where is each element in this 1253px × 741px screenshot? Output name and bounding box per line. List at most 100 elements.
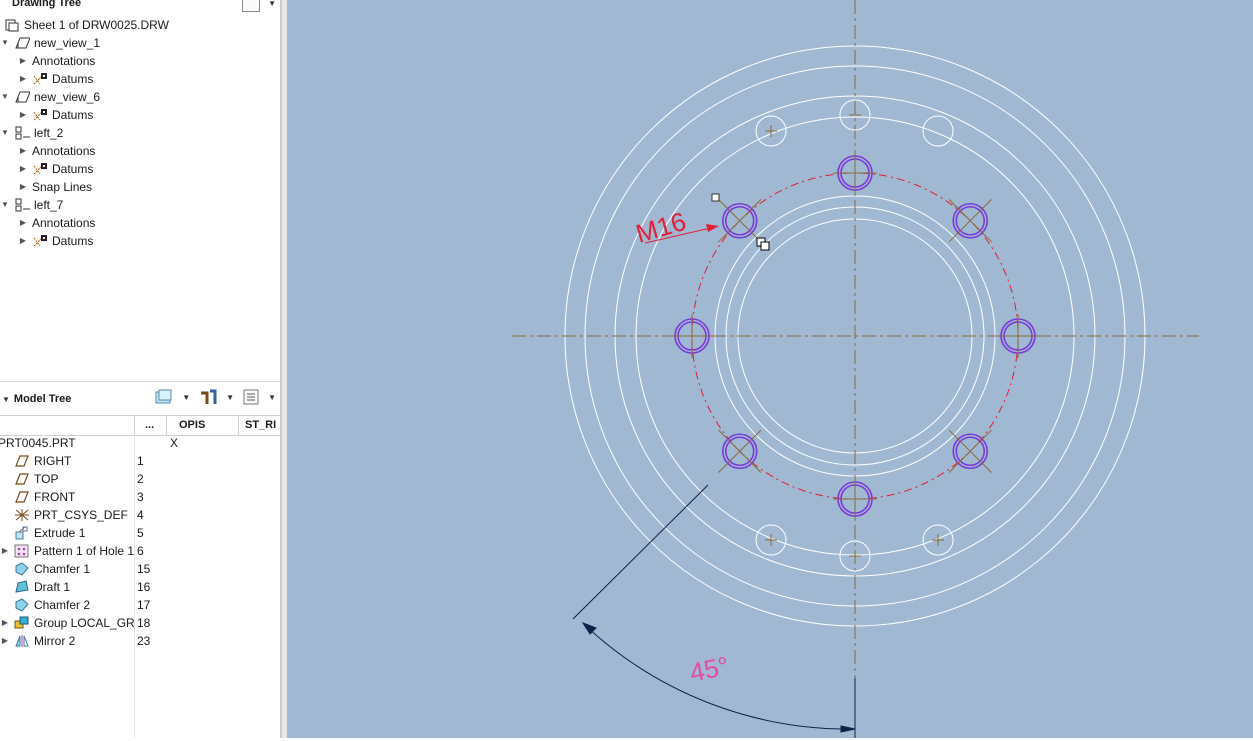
column-header-st-ri[interactable]: ST_RI	[238, 416, 285, 435]
expand-toggle-icon[interactable]: ▶	[0, 632, 10, 650]
show-icon[interactable]	[154, 388, 174, 406]
expand-toggle-icon[interactable]: ▶	[18, 214, 28, 232]
drawing-view[interactable]: M16 45°	[287, 0, 1253, 738]
drawing-tree-item[interactable]: ▶ Datums	[18, 232, 93, 250]
bolt-hole[interactable]	[718, 199, 762, 243]
drawing-tree-item-label: Datums	[52, 72, 94, 86]
model-tree-header: ▼ Model Tree ▼ ▼ ▼	[0, 388, 280, 410]
drawing-tree-item-label: Sheet 1 of DRW0025.DRW	[24, 18, 169, 32]
model-tree-item[interactable]: ▶ Group LOCAL_GR	[0, 614, 135, 632]
datum-icon	[33, 109, 47, 121]
chevron-down-icon[interactable]: ▼	[268, 393, 276, 402]
drawing-tree-item[interactable]: ▶ Annotations	[18, 214, 95, 232]
drawing-tree-item[interactable]: ▶ Datums	[18, 160, 93, 178]
drawing-tree-item[interactable]: ▼ new_view_1	[0, 34, 100, 52]
bolt-hole[interactable]	[948, 429, 992, 473]
angle-dimension[interactable]	[572, 484, 856, 738]
model-tree-item-label: FRONT	[34, 490, 76, 504]
group-icon	[14, 616, 29, 629]
expand-toggle-icon[interactable]: ▼	[0, 34, 10, 52]
model-tree-root[interactable]: PRT0045.PRT	[0, 434, 76, 452]
feature-number: 3	[137, 490, 144, 504]
expand-toggle-icon[interactable]: ▼	[0, 88, 10, 106]
expand-toggle-icon[interactable]: ▶	[18, 52, 28, 70]
tree-settings-icon[interactable]	[242, 0, 261, 12]
expand-toggle-icon[interactable]: ▶	[18, 232, 28, 250]
model-tree-item-label: PRT_CSYS_DEF	[34, 508, 128, 522]
bolt-hole[interactable]	[718, 429, 762, 473]
expand-toggle-icon[interactable]: ▶	[18, 106, 28, 124]
drawing-tree-item[interactable]: ▼ left_2	[0, 124, 63, 142]
bolt-hole[interactable]	[833, 151, 877, 195]
thread-note-leader[interactable]: M16	[632, 193, 720, 249]
bolt-hole[interactable]	[996, 314, 1040, 358]
root-opis-value: X	[170, 436, 179, 450]
expand-toggle-icon[interactable]: ▶	[18, 142, 28, 160]
drawing-tree-item-label: Snap Lines	[32, 180, 93, 194]
chamfer-icon	[15, 562, 29, 576]
drawing-tree-item-label: Annotations	[32, 54, 96, 68]
feature-number: 4	[137, 508, 144, 522]
chamfer-icon	[15, 598, 29, 612]
drawing-tree-item-label: left_2	[34, 126, 64, 140]
feature-number: 17	[137, 598, 151, 612]
drawing-tree-item[interactable]: ▼ left_7	[0, 196, 63, 214]
expand-toggle-icon[interactable]: ▶	[0, 542, 10, 560]
mirror-icon	[15, 635, 29, 647]
drawing-tree-item[interactable]: ▶ Annotations	[18, 52, 95, 70]
collapse-icon[interactable]: ▼	[2, 395, 10, 404]
thread-note-text[interactable]: M16	[632, 206, 689, 249]
drawing-tree-title: Drawing Tree	[12, 0, 82, 9]
projection-view-icon	[15, 126, 30, 140]
drawing-canvas[interactable]: M16 45°	[287, 0, 1253, 738]
bolt-hole[interactable]	[833, 477, 877, 521]
view-icon	[15, 91, 30, 103]
bolt-hole[interactable]	[948, 199, 992, 243]
drawing-tree-item-label: Datums	[52, 108, 94, 122]
model-tree-item[interactable]: FRONT	[0, 488, 75, 506]
chevron-down-icon[interactable]: ▼	[182, 393, 190, 402]
drawing-tree-item[interactable]: ▶ Annotations	[18, 142, 95, 160]
drawing-tree-item[interactable]: ▶ Datums	[18, 70, 93, 88]
drawing-tree-item[interactable]: Sheet 1 of DRW0025.DRW	[0, 16, 169, 34]
column-header-opis[interactable]: OPIS	[166, 416, 239, 435]
drawing-tree-item-label: Annotations	[32, 144, 96, 158]
model-tree-item[interactable]: RIGHT	[0, 452, 71, 470]
model-tree-item[interactable]: Extrude 1	[0, 524, 85, 542]
expand-toggle-icon[interactable]: ▶	[18, 160, 28, 178]
expand-toggle-icon[interactable]: ▶	[18, 178, 28, 196]
column-header-dots[interactable]: ...	[134, 416, 169, 435]
selection-handle[interactable]	[711, 193, 720, 202]
expand-toggle-icon[interactable]: ▶	[0, 614, 10, 632]
chevron-down-icon[interactable]: ▼	[268, 0, 276, 8]
feature-number: 16	[137, 580, 151, 594]
datum-icon	[33, 73, 47, 85]
bolt-hole[interactable]	[670, 314, 714, 358]
drawing-tree-item[interactable]: ▶ Snap Lines	[18, 178, 92, 196]
model-tree-item[interactable]: Draft 1	[0, 578, 70, 596]
datum-icon	[33, 163, 47, 175]
chevron-down-icon[interactable]: ▼	[226, 393, 234, 402]
drawing-tree-header: Drawing Tree ▼	[0, 0, 280, 14]
feature-number: 18	[137, 616, 151, 630]
tools-icon[interactable]	[198, 388, 218, 406]
angle-dimension-text[interactable]: 45°	[687, 650, 732, 688]
model-tree-item[interactable]: ▶ Pattern 1 of Hole 1	[0, 542, 134, 560]
model-tree-item[interactable]: ▶ Mirror 2	[0, 632, 75, 650]
model-tree-item-label: Pattern 1 of Hole 1	[34, 544, 135, 558]
model-tree-item[interactable]: PRT_CSYS_DEF	[0, 506, 128, 524]
drawing-tree-item[interactable]: ▼ new_view_6	[0, 88, 100, 106]
expand-toggle-icon[interactable]: ▶	[18, 70, 28, 88]
expand-toggle-icon[interactable]: ▼	[0, 196, 10, 214]
drawing-tree-item[interactable]: ▶ Datums	[18, 106, 93, 124]
draft-icon	[15, 580, 29, 593]
expand-toggle-icon[interactable]: ▼	[0, 124, 10, 142]
model-tree-item[interactable]: TOP	[0, 470, 58, 488]
tree-settings-icon[interactable]	[242, 388, 260, 406]
model-tree-item[interactable]: Chamfer 1	[0, 560, 90, 578]
feature-number: 15	[137, 562, 151, 576]
model-tree-item-label: Chamfer 1	[34, 562, 91, 576]
view-icon	[15, 37, 30, 49]
model-tree-item[interactable]: Chamfer 2	[0, 596, 90, 614]
drawing-tree-item-label: new_view_1	[34, 36, 101, 50]
